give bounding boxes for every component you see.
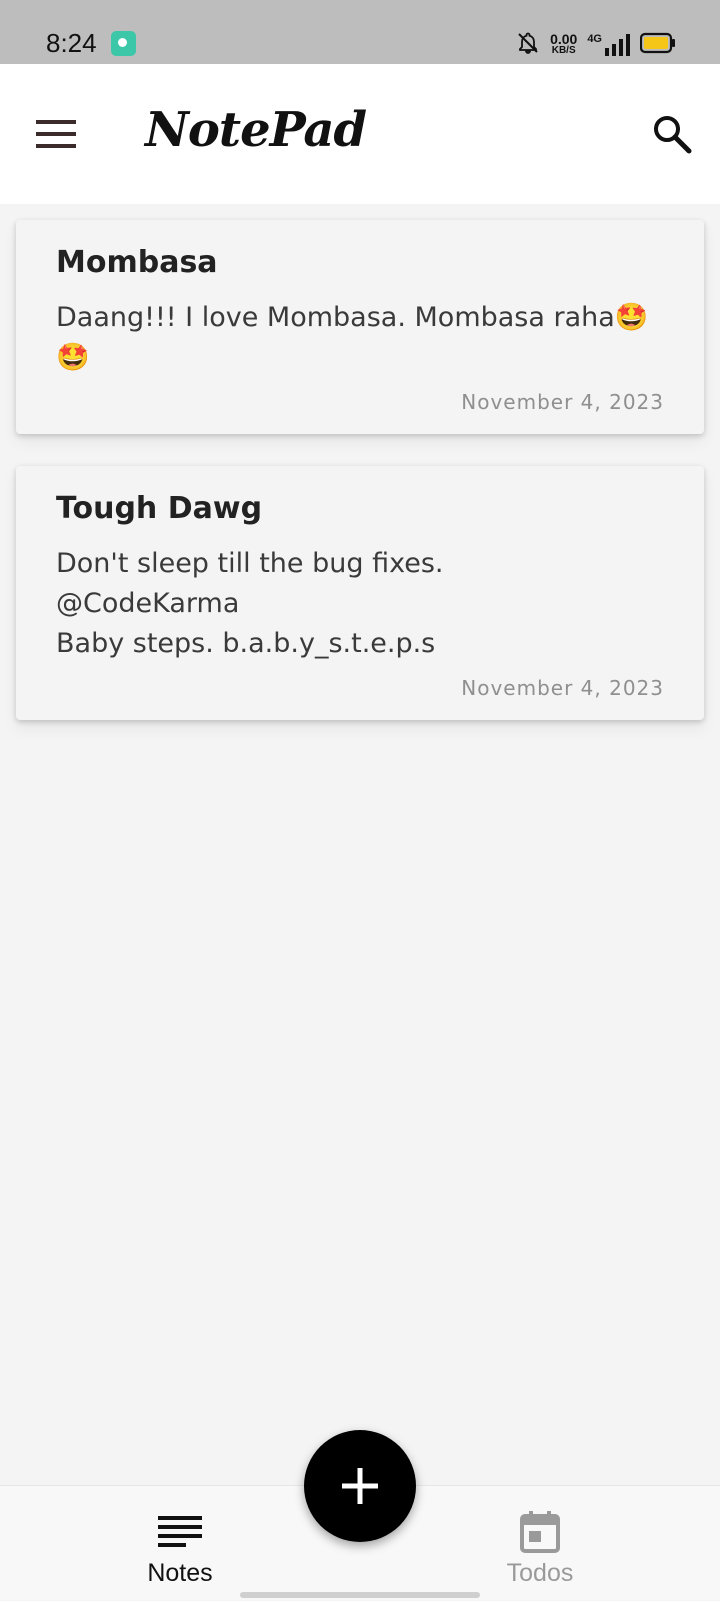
network-speed: 0.00 KB/S (550, 31, 578, 56)
network-speed-value: 0.00 (550, 31, 578, 47)
status-bar: 8:24 0.00 KB/S 4G (0, 0, 720, 64)
notes-list: Mombasa Daang!!! I love Mombasa. Mombasa… (16, 220, 704, 752)
note-title: Mombasa (56, 245, 218, 280)
nav-item-notes[interactable]: Notes (80, 1486, 280, 1601)
note-card[interactable]: Tough Dawg Don't sleep till the bug fixe… (16, 466, 704, 720)
bell-off-icon (516, 31, 540, 60)
add-note-button[interactable] (304, 1430, 416, 1542)
notes-lines-icon (158, 1512, 202, 1552)
app-title: NotePad (145, 102, 367, 158)
note-body: Daang!!! I love Mombasa. Mombasa raha🤩🤩 (56, 302, 649, 373)
note-body: Don't sleep till the bug fixes. @CodeKar… (56, 548, 444, 659)
note-title: Tough Dawg (56, 491, 263, 526)
plus-icon (342, 1468, 378, 1504)
status-time: 8:24 (46, 28, 97, 58)
nav-label-notes: Notes (147, 1559, 213, 1587)
app-notification-icon (111, 31, 136, 56)
status-indicators: 0.00 KB/S 4G (516, 28, 676, 62)
hamburger-menu-icon (36, 120, 76, 148)
note-date: November 4, 2023 (461, 390, 664, 414)
app-bar: NotePad (0, 64, 720, 204)
nav-label-todos: Todos (506, 1559, 574, 1587)
battery-icon (639, 32, 676, 59)
network-type: 4G (587, 33, 602, 45)
calendar-icon (520, 1511, 560, 1553)
menu-button[interactable] (30, 108, 82, 160)
note-card[interactable]: Mombasa Daang!!! I love Mombasa. Mombasa… (16, 220, 704, 434)
home-indicator (240, 1592, 480, 1598)
nav-item-todos[interactable]: Todos (440, 1486, 640, 1601)
search-button[interactable] (644, 106, 700, 162)
signal-icon: 4G (587, 33, 630, 57)
note-date: November 4, 2023 (461, 676, 664, 700)
network-speed-unit: KB/S (551, 45, 576, 56)
search-icon (654, 116, 692, 154)
